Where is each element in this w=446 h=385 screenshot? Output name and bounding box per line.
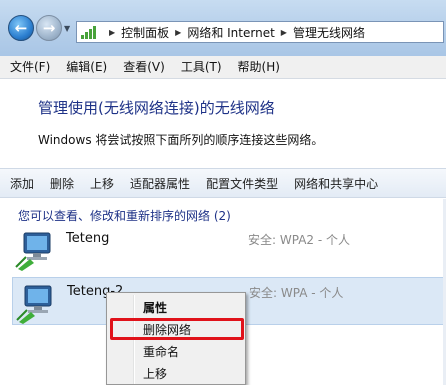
network-name: Teteng bbox=[66, 231, 110, 246]
back-button[interactable]: ← bbox=[8, 15, 34, 41]
menu-file[interactable]: 文件(F) bbox=[0, 56, 58, 78]
menu-help[interactable]: 帮助(H) bbox=[230, 56, 288, 78]
page-subtitle: Windows 将尝试按照下面所列的顺序连接这些网络。 bbox=[38, 133, 324, 147]
context-item-rename[interactable]: 重命名 bbox=[109, 342, 243, 362]
network-security: 安全: WPA - 个人 bbox=[249, 286, 344, 300]
chevron-right-icon[interactable]: ▶ bbox=[109, 28, 115, 37]
page-title: 管理使用(无线网络连接)的无线网络 bbox=[38, 99, 275, 117]
context-item-move-up[interactable]: 上移 bbox=[109, 364, 243, 384]
wireless-network-icon bbox=[16, 285, 52, 324]
back-arrow-icon: ← bbox=[14, 19, 28, 37]
forward-button[interactable]: → bbox=[36, 15, 62, 41]
network-item-teteng[interactable]: Teteng 安全: WPA2 - 个人 bbox=[12, 225, 446, 273]
network-security: 安全: WPA2 - 个人 bbox=[248, 233, 350, 247]
history-dropdown-icon[interactable]: ▼ bbox=[64, 24, 70, 33]
remove-button[interactable]: 删除 bbox=[50, 175, 74, 192]
forward-arrow-icon: → bbox=[42, 19, 56, 37]
chevron-right-icon[interactable]: ▶ bbox=[281, 28, 287, 37]
wireless-signal-icon bbox=[81, 25, 97, 39]
wireless-network-icon bbox=[15, 232, 51, 271]
profile-type-button[interactable]: 配置文件类型 bbox=[206, 175, 278, 192]
menu-view[interactable]: 查看(V) bbox=[115, 56, 173, 78]
menu-bar: 文件(F) 编辑(E) 查看(V) 工具(T) 帮助(H) bbox=[0, 56, 446, 79]
context-menu: 属性 删除网络 重命名 上移 bbox=[106, 292, 246, 385]
adapter-properties-button[interactable]: 适配器属性 bbox=[130, 175, 190, 192]
chevron-right-icon[interactable]: ▶ bbox=[175, 28, 181, 37]
network-sharing-center-button[interactable]: 网络和共享中心 bbox=[294, 175, 378, 192]
highlight-box bbox=[110, 318, 244, 340]
group-header: 您可以查看、修改和重新排序的网络 (2) bbox=[18, 209, 231, 223]
page-header: 管理使用(无线网络连接)的无线网络 Windows 将尝试按照下面所列的顺序连接… bbox=[0, 79, 446, 167]
menu-tools[interactable]: 工具(T) bbox=[173, 56, 230, 78]
address-box[interactable]: ▶ 控制面板 ▶ 网络和 Internet ▶ 管理无线网络 bbox=[76, 21, 444, 43]
breadcrumb-network-internet[interactable]: 网络和 Internet bbox=[187, 24, 274, 41]
address-bar-area: ← → ▼ ▶ 控制面板 ▶ 网络和 Internet ▶ 管理无线网络 bbox=[0, 0, 446, 56]
move-up-button[interactable]: 上移 bbox=[90, 175, 114, 192]
menu-edit[interactable]: 编辑(E) bbox=[58, 56, 115, 78]
context-item-properties[interactable]: 属性 bbox=[109, 298, 243, 318]
breadcrumb-control-panel[interactable]: 控制面板 bbox=[121, 24, 169, 41]
command-toolbar: 添加 删除 上移 适配器属性 配置文件类型 网络和共享中心 bbox=[0, 168, 446, 198]
breadcrumb-manage-wireless[interactable]: 管理无线网络 bbox=[293, 24, 365, 41]
add-button[interactable]: 添加 bbox=[10, 175, 34, 192]
